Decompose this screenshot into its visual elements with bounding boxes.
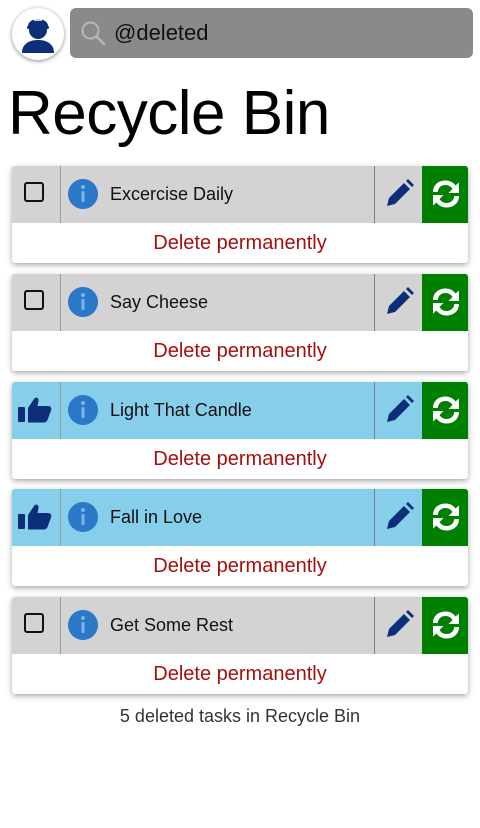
task-row[interactable]: Get Some Rest [12,597,468,654]
task-status-cell [12,489,61,546]
delete-permanently-button[interactable]: Delete permanently [12,439,468,479]
edit-button[interactable] [374,489,422,546]
edit-button[interactable] [374,166,422,223]
task-title: Excercise Daily [110,184,234,204]
restore-button[interactable] [422,274,468,331]
search-icon [81,21,106,46]
search-input[interactable] [114,8,464,58]
task-row[interactable]: Excercise Daily [12,166,468,223]
page-title: Recycle Bin [8,79,330,148]
info-icon[interactable] [67,286,99,323]
task-title: Light That Candle [110,400,252,420]
task-checkbox[interactable] [24,182,44,202]
task-status-cell [12,274,61,331]
search-bar [70,8,473,58]
info-icon[interactable] [67,178,99,215]
task-row[interactable]: Light That Candle [12,382,468,439]
task-card: Say Cheese Delete permanently [12,274,468,371]
restore-button[interactable] [422,597,468,654]
task-card: Light That Candle Delete permanently [12,382,468,479]
task-checkbox[interactable] [24,613,44,633]
task-card: Get Some Rest Delete permanently [12,597,468,694]
edit-button[interactable] [374,274,422,331]
delete-permanently-button[interactable]: Delete permanently [12,331,468,371]
task-checkbox[interactable] [24,290,44,310]
top-bar [0,0,480,66]
restore-button[interactable] [422,382,468,439]
restore-button[interactable] [422,489,468,546]
delete-permanently-button[interactable]: Delete permanently [12,654,468,694]
task-status-cell [12,382,61,439]
task-card: Fall in Love Delete permanently [12,489,468,586]
task-title: Say Cheese [110,292,209,312]
user-avatar-icon[interactable] [12,8,64,60]
edit-button[interactable] [374,382,422,439]
task-title: Fall in Love [110,507,203,527]
task-row[interactable]: Fall in Love [12,489,468,546]
restore-button[interactable] [422,166,468,223]
task-status-cell [12,597,61,654]
task-title: Get Some Rest [110,615,234,635]
info-icon[interactable] [67,501,99,538]
edit-button[interactable] [374,597,422,654]
info-icon[interactable] [67,394,99,431]
delete-permanently-button[interactable]: Delete permanently [12,546,468,586]
delete-permanently-button[interactable]: Delete permanently [12,223,468,263]
task-row[interactable]: Say Cheese [12,274,468,331]
task-card: Excercise Daily Delete permanently [12,166,468,263]
deleted-count-text: 5 deleted tasks in Recycle Bin [119,706,361,726]
thumbs-up-icon[interactable] [17,396,53,429]
info-icon[interactable] [67,609,99,646]
thumbs-up-icon[interactable] [17,503,53,536]
task-status-cell [12,166,61,223]
